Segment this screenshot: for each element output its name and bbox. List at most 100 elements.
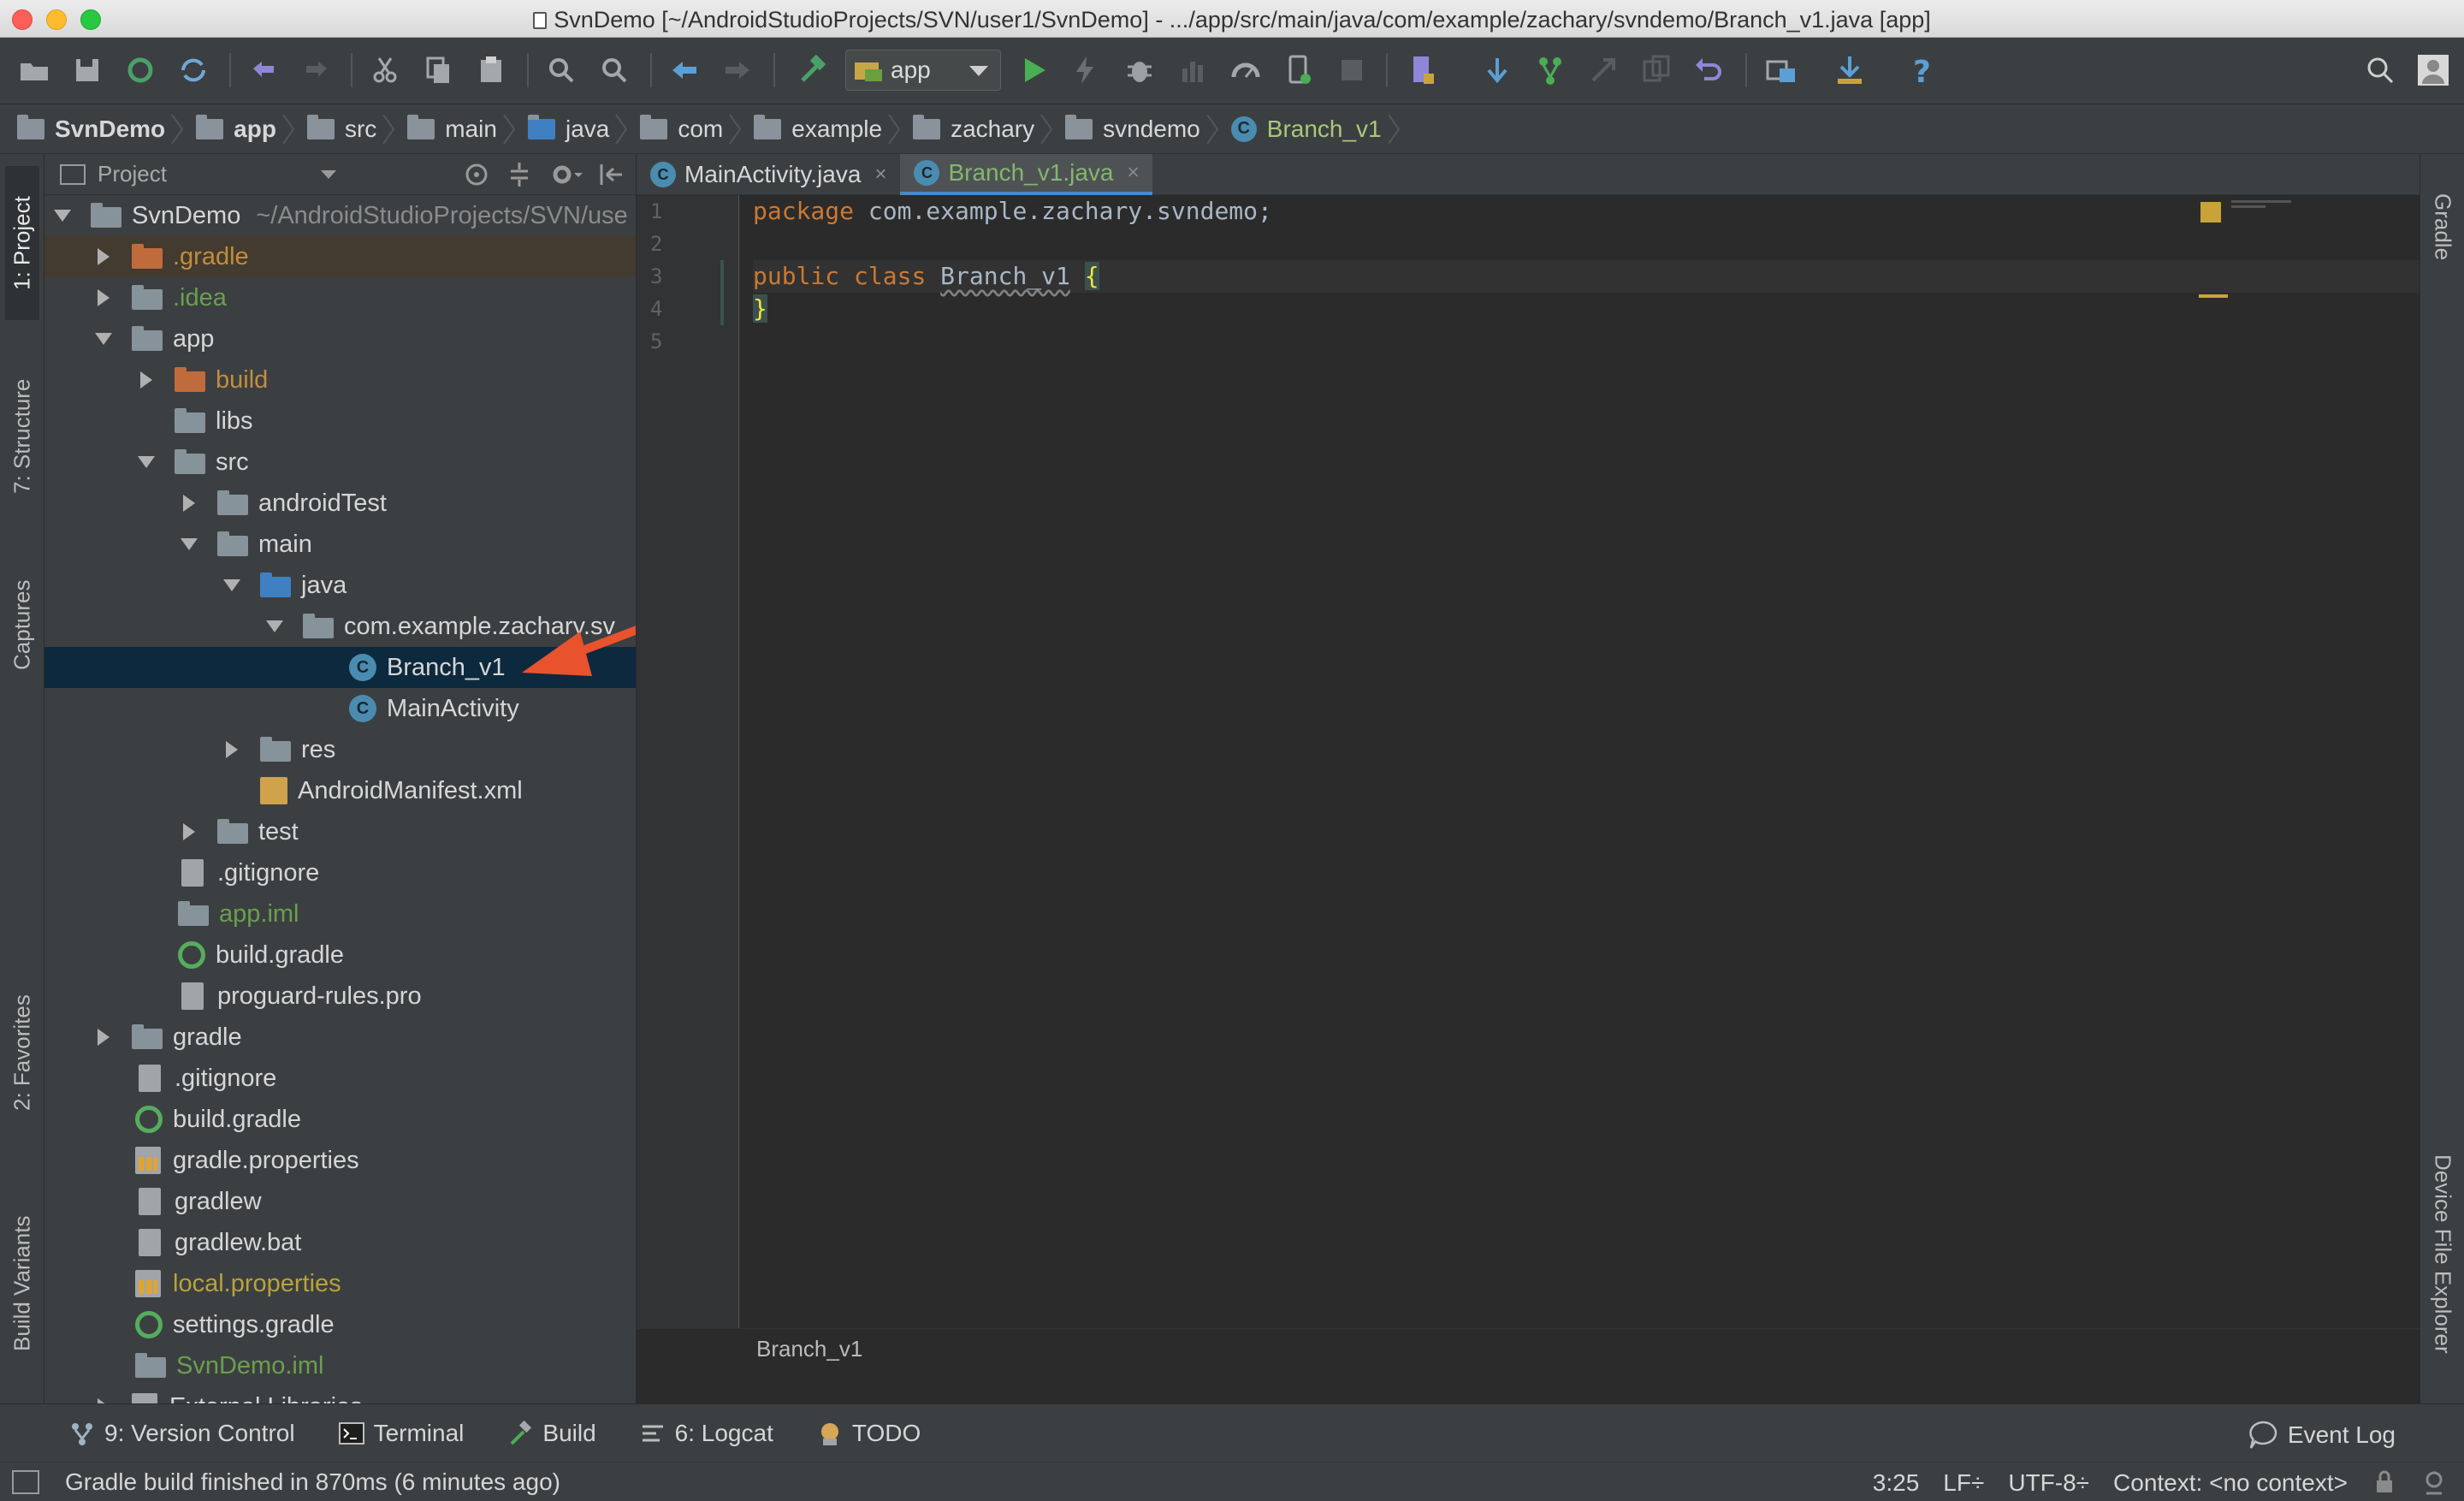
- settings-gear-icon[interactable]: [548, 161, 583, 188]
- caret-position[interactable]: 3:25: [1873, 1469, 1920, 1497]
- stop-icon[interactable]: [1333, 51, 1371, 89]
- hide-panel-icon[interactable]: [598, 161, 625, 188]
- tree-item[interactable]: main: [44, 524, 636, 565]
- breadcrumb-example[interactable]: example: [754, 104, 901, 154]
- open-folder-icon[interactable]: [15, 51, 53, 89]
- cut-icon[interactable]: [366, 51, 404, 89]
- save-icon[interactable]: [68, 51, 106, 89]
- make-project-hammer-icon[interactable]: [794, 51, 832, 89]
- editor-footer-breadcrumb[interactable]: Branch_v1: [756, 1336, 862, 1362]
- tree-item[interactable]: app.iml: [44, 893, 636, 934]
- paste-icon[interactable]: [472, 51, 510, 89]
- attach-debugger-icon[interactable]: [1280, 51, 1318, 89]
- lock-icon[interactable]: [2372, 1469, 2397, 1495]
- tab-project[interactable]: 1: Project: [5, 166, 39, 320]
- refresh-icon[interactable]: [175, 51, 212, 89]
- collapsed-arrow-icon[interactable]: [222, 740, 241, 759]
- error-stripe-marker[interactable]: [2199, 294, 2228, 298]
- locate-file-icon[interactable]: [463, 161, 490, 188]
- tree-item[interactable]: proguard-rules.pro: [44, 976, 636, 1017]
- collapsed-arrow-icon[interactable]: [180, 494, 198, 513]
- tree-item[interactable]: gradlew.bat: [44, 1222, 636, 1263]
- breadcrumb-app[interactable]: app: [196, 104, 295, 154]
- tree-item[interactable]: test: [44, 811, 636, 852]
- logcat-button[interactable]: 6: Logcat: [639, 1420, 773, 1447]
- help-icon[interactable]: ?: [1903, 51, 1940, 89]
- tree-item[interactable]: build.gradle: [44, 1099, 636, 1140]
- tree-item[interactable]: .gradle: [44, 236, 636, 277]
- tree-item[interactable]: C MainActivity: [44, 688, 636, 729]
- tree-item[interactable]: local.properties: [44, 1263, 636, 1304]
- project-view-selector[interactable]: Project: [98, 161, 167, 187]
- tab-device-file-explorer[interactable]: Device File Explorer: [2426, 1121, 2460, 1386]
- sync-icon[interactable]: [121, 51, 159, 89]
- inspection-warning-icon[interactable]: [2200, 202, 2221, 222]
- line-separator-selector[interactable]: LF÷: [1943, 1469, 1984, 1497]
- tool-windows-toggle-icon[interactable]: [12, 1469, 39, 1494]
- close-icon[interactable]: ×: [874, 163, 886, 187]
- tree-item[interactable]: gradle.properties: [44, 1140, 636, 1181]
- run-configuration-dropdown[interactable]: app: [845, 50, 1001, 91]
- apply-changes-icon[interactable]: [1066, 51, 1104, 89]
- vcs-revert-icon[interactable]: [1691, 51, 1728, 89]
- run-icon[interactable]: [1015, 51, 1052, 89]
- breadcrumb-main[interactable]: main: [407, 104, 516, 154]
- breadcrumb-branch-v1[interactable]: C Branch_v1: [1230, 104, 1401, 154]
- close-icon[interactable]: ×: [1127, 161, 1139, 185]
- tab-captures[interactable]: Captures: [5, 556, 39, 693]
- find-icon[interactable]: [542, 51, 580, 89]
- tree-item[interactable]: SvnDemo.iml: [44, 1345, 636, 1386]
- profile-icon[interactable]: [1174, 51, 1211, 89]
- tab-branch-v1-java[interactable]: C Branch_v1.java ×: [900, 154, 1153, 195]
- status-message[interactable]: Gradle build finished in 870ms (6 minute…: [65, 1468, 560, 1496]
- debug-icon[interactable]: [1121, 51, 1158, 89]
- tab-gradle[interactable]: Gradle: [2426, 171, 2460, 282]
- tree-item[interactable]: AndroidManifest.xml: [44, 770, 636, 811]
- collapsed-arrow-icon[interactable]: [137, 371, 156, 389]
- version-control-button[interactable]: 9: Version Control: [68, 1420, 295, 1447]
- search-everywhere-icon[interactable]: [2361, 51, 2399, 89]
- tab-mainactivity-java[interactable]: C MainActivity.java ×: [637, 154, 900, 195]
- breadcrumb-com[interactable]: com: [640, 104, 742, 154]
- vcs-branch-icon[interactable]: [1531, 51, 1569, 89]
- terminal-button[interactable]: Terminal: [338, 1420, 464, 1447]
- tree-item[interactable]: .gitignore: [44, 1058, 636, 1099]
- navigate-forward-icon[interactable]: [719, 51, 756, 89]
- collapsed-arrow-icon[interactable]: [180, 822, 198, 841]
- collapsed-arrow-icon[interactable]: [94, 288, 113, 307]
- expanded-arrow-icon[interactable]: [94, 329, 113, 348]
- tab-build-variants[interactable]: Build Variants: [5, 1181, 39, 1386]
- copy-icon[interactable]: [419, 51, 457, 89]
- breadcrumb-java[interactable]: java: [527, 104, 628, 154]
- tree-item[interactable]: gradlew: [44, 1181, 636, 1222]
- expanded-arrow-icon[interactable]: [180, 535, 198, 554]
- tree-item[interactable]: androidTest: [44, 483, 636, 524]
- breadcrumb-zachary[interactable]: zachary: [913, 104, 1053, 154]
- account-avatar-icon[interactable]: [2414, 51, 2452, 89]
- collapsed-arrow-icon[interactable]: [94, 247, 113, 266]
- undo-icon[interactable]: [245, 51, 282, 89]
- tree-item[interactable]: settings.gradle: [44, 1304, 636, 1345]
- tree-item[interactable]: build: [44, 359, 636, 400]
- build-button[interactable]: Build: [506, 1420, 596, 1447]
- tree-item[interactable]: res: [44, 729, 636, 770]
- encoding-selector[interactable]: UTF-8÷: [2008, 1469, 2089, 1497]
- tree-item[interactable]: gradle: [44, 1017, 636, 1058]
- tree-item[interactable]: src: [44, 442, 636, 483]
- collapse-all-icon[interactable]: [506, 161, 533, 188]
- redo-icon[interactable]: [298, 51, 335, 89]
- event-log-button[interactable]: Event Log: [2247, 1418, 2396, 1452]
- expanded-arrow-icon[interactable]: [265, 617, 284, 636]
- tree-item[interactable]: .gitignore: [44, 852, 636, 893]
- breadcrumb-svndemo-package[interactable]: svndemo: [1065, 104, 1219, 154]
- tree-item[interactable]: External Libraries: [44, 1386, 636, 1403]
- sdk-manager-icon[interactable]: [1831, 51, 1869, 89]
- tree-item[interactable]: SvnDemo ~/AndroidStudioProjects/SVN/use: [44, 195, 636, 236]
- vcs-push-icon[interactable]: [1584, 51, 1622, 89]
- tree-item[interactable]: build.gradle: [44, 934, 636, 976]
- tab-favorites[interactable]: 2: Favorites: [5, 976, 39, 1130]
- breadcrumb-src[interactable]: src: [306, 104, 395, 154]
- vcs-compare-icon[interactable]: [1638, 51, 1675, 89]
- todo-button[interactable]: TODO: [816, 1420, 921, 1447]
- profiler-gauge-icon[interactable]: [1227, 51, 1265, 89]
